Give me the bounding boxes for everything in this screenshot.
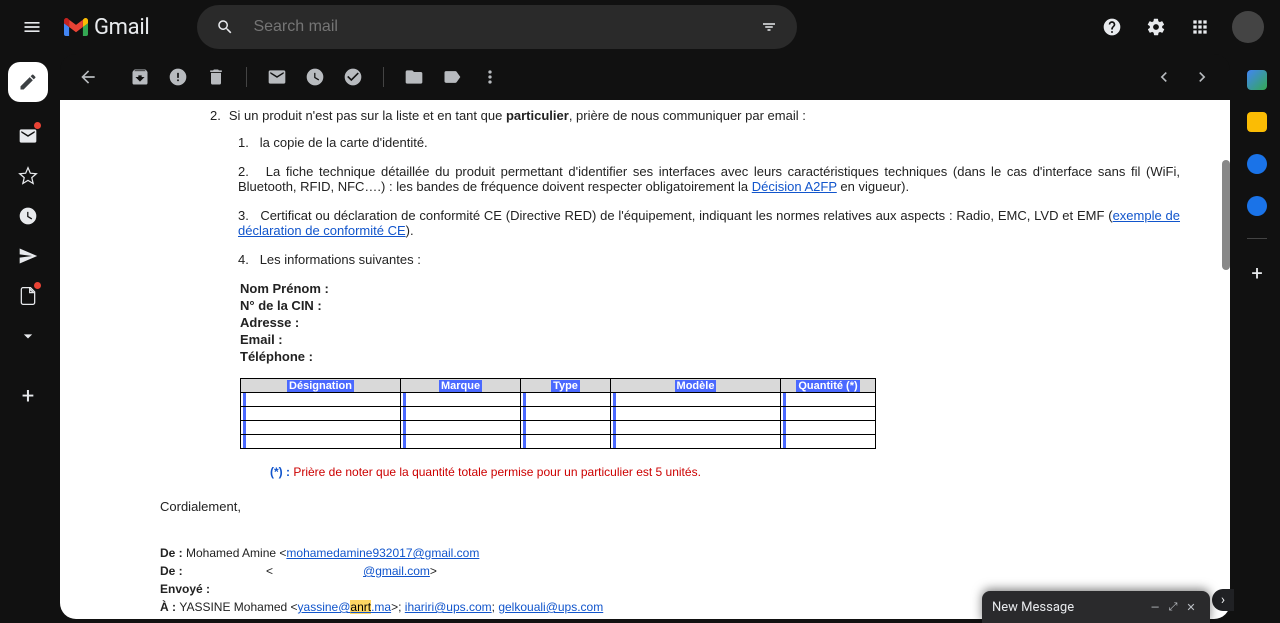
link-email[interactable]: gelkouali@ups.com	[498, 600, 603, 614]
gmail-icon	[64, 18, 88, 36]
table-row	[241, 393, 876, 407]
side-panel: +	[1234, 54, 1280, 623]
field-email: Email :	[240, 332, 1180, 347]
get-addons-icon[interactable]: +	[1251, 261, 1262, 285]
archive-icon[interactable]	[122, 59, 158, 95]
side-panel-toggle[interactable]: ›	[1212, 589, 1234, 611]
field-name: Nom Prénom :	[240, 281, 1180, 296]
starred-icon[interactable]	[8, 156, 48, 196]
link-email[interactable]: ihariri@ups.com	[405, 600, 492, 614]
settings-icon[interactable]	[1136, 7, 1176, 47]
note-marker: (*) :	[270, 465, 293, 479]
field-address: Adresse :	[240, 315, 1180, 330]
account-avatar[interactable]	[1232, 11, 1264, 43]
tasks-icon[interactable]	[1247, 154, 1267, 174]
table-row	[241, 407, 876, 421]
search-input[interactable]	[245, 18, 749, 36]
snoozed-icon[interactable]	[8, 196, 48, 236]
search-box	[197, 5, 797, 49]
calendar-icon[interactable]	[1247, 70, 1267, 90]
email-body: 2.Si un produit n'est pas sur la liste e…	[60, 100, 1230, 619]
drafts-icon[interactable]	[8, 276, 48, 316]
list-item: la copie de la carte d'identité.	[260, 135, 428, 150]
message-toolbar	[60, 54, 1230, 100]
field-telephone: Téléphone :	[240, 349, 1180, 364]
left-navigation-rail: +	[0, 54, 56, 623]
link-email[interactable]: @gmail.com	[363, 564, 430, 578]
spam-icon[interactable]	[160, 59, 196, 95]
mark-unread-icon[interactable]	[259, 59, 295, 95]
close-icon[interactable]: ✕	[1182, 601, 1200, 614]
minimize-icon[interactable]: —	[1146, 601, 1164, 614]
delete-icon[interactable]	[198, 59, 234, 95]
new-label-button[interactable]: +	[8, 376, 48, 416]
search-icon[interactable]	[205, 7, 245, 47]
table-row	[241, 435, 876, 449]
product-name: Gmail	[94, 15, 149, 40]
sent-icon[interactable]	[8, 236, 48, 276]
compose-button[interactable]	[8, 62, 48, 102]
list-number: 2.	[210, 108, 221, 123]
link-decision[interactable]: Décision A2FP	[752, 179, 837, 194]
next-icon[interactable]	[1184, 59, 1220, 95]
scrollbar[interactable]	[1222, 160, 1230, 270]
expand-icon[interactable]: ⤢	[1164, 600, 1182, 614]
note-text: Prière de noter que la quantité totale p…	[293, 465, 701, 479]
link-email[interactable]: yassine@anrt.ma	[298, 600, 392, 614]
move-icon[interactable]	[396, 59, 432, 95]
add-task-icon[interactable]	[335, 59, 371, 95]
gmail-logo[interactable]: Gmail	[64, 15, 179, 40]
request-table: Désignation Marque Type Modèle Quantité …	[240, 378, 876, 449]
more-actions-icon[interactable]	[472, 59, 508, 95]
search-options-icon[interactable]	[749, 7, 789, 47]
compose-title: New Message	[992, 600, 1146, 615]
compose-minimized[interactable]: New Message — ⤢ ✕	[982, 591, 1210, 623]
back-icon[interactable]	[70, 59, 106, 95]
prev-icon[interactable]	[1146, 59, 1182, 95]
labels-icon[interactable]	[434, 59, 470, 95]
signature: Cordialement,	[160, 499, 1180, 514]
field-cin: N° de la CIN :	[240, 298, 1180, 313]
list-item: Les informations suivantes :	[260, 252, 421, 267]
apps-icon[interactable]	[1180, 7, 1220, 47]
contacts-icon[interactable]	[1247, 196, 1267, 216]
header: Gmail	[0, 0, 1280, 54]
table-row	[241, 421, 876, 435]
support-icon[interactable]	[1092, 7, 1132, 47]
more-icon[interactable]	[8, 316, 48, 356]
main-menu-button[interactable]	[8, 3, 56, 51]
snooze-icon[interactable]	[297, 59, 333, 95]
keep-icon[interactable]	[1247, 112, 1267, 132]
inbox-icon[interactable]	[8, 116, 48, 156]
link-email[interactable]: mohamedamine932017@gmail.com	[286, 546, 479, 560]
